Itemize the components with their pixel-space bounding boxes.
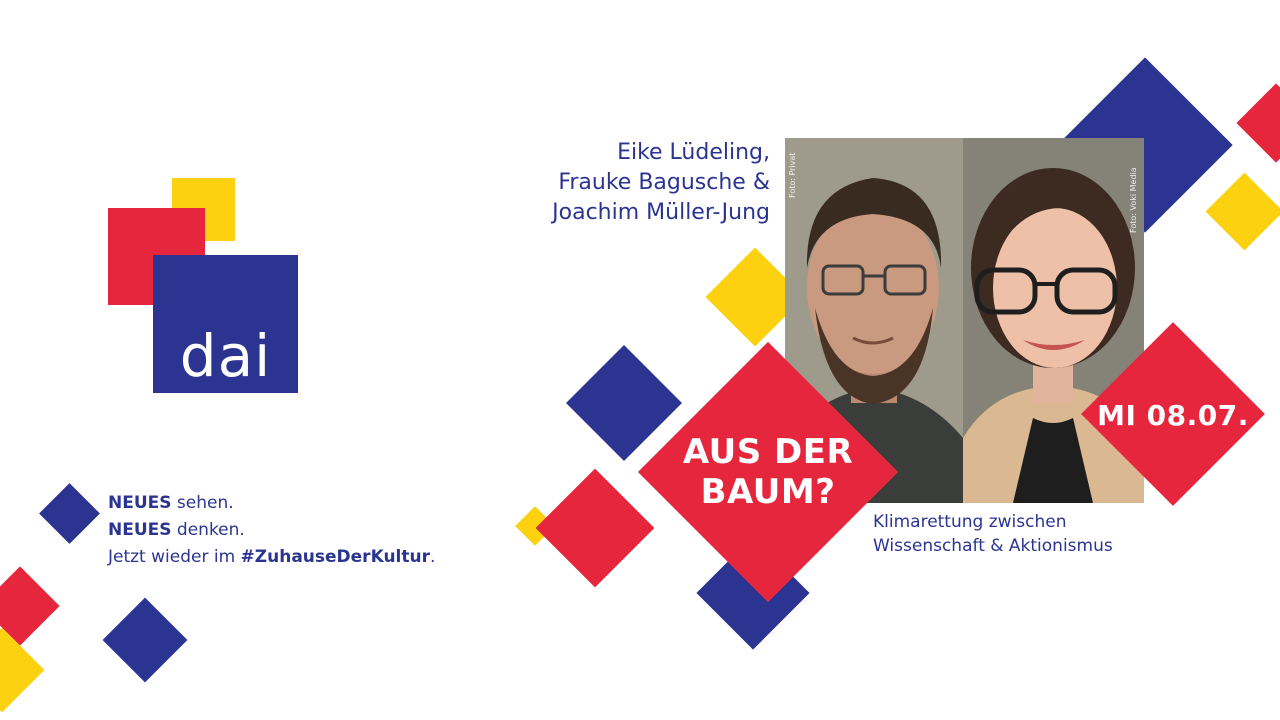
slogan-line: Jetzt wieder im #ZuhauseDerKultur.	[108, 544, 435, 571]
date-text: MI 08.07.	[1097, 398, 1249, 432]
slogan-bold: NEUES	[108, 493, 172, 513]
slogan-bold: NEUES	[108, 520, 172, 540]
subtitle-line: Wissenschaft & Aktionismus	[873, 536, 1113, 556]
red-diamond	[1236, 83, 1280, 163]
slogan-text: .	[430, 547, 436, 567]
slogan-text: denken.	[171, 520, 245, 540]
title-line: BAUM?	[700, 472, 836, 512]
hashtag: #ZuhauseDerKultur	[240, 547, 430, 567]
event-title: AUS DER BAUM?	[636, 340, 900, 604]
blue-diamond	[102, 597, 188, 683]
slogan-line: NEUES sehen.	[108, 490, 435, 517]
speaker-names: Eike Lüdeling, Frauke Bagusche & Joachim…	[350, 138, 770, 228]
event-date: MI 08.07.	[1080, 322, 1266, 508]
slogan-text: sehen.	[171, 493, 234, 513]
dai-logo: dai	[153, 255, 298, 393]
logo-text: dai	[179, 322, 272, 390]
blue-diamond	[39, 483, 100, 544]
speaker-name: Frauke Bagusche &	[558, 170, 770, 195]
title-line: AUS DER	[682, 432, 854, 472]
slogan-text: Jetzt wieder im	[108, 547, 241, 567]
speaker-name: Eike Lüdeling,	[617, 140, 770, 165]
slogan: NEUES sehen. NEUES denken. Jetzt wieder …	[108, 490, 435, 571]
event-subtitle: Klimarettung zwischen Wissenschaft & Akt…	[873, 510, 1113, 558]
subtitle-line: Klimarettung zwischen	[873, 512, 1067, 532]
slogan-line: NEUES denken.	[108, 517, 435, 544]
speaker-name: Joachim Müller-Jung	[552, 200, 770, 225]
yellow-diamond	[1205, 172, 1280, 251]
photo-credit: Foto: Voki Media	[1129, 167, 1138, 233]
photo-credit: Foto: Privat	[788, 152, 797, 198]
